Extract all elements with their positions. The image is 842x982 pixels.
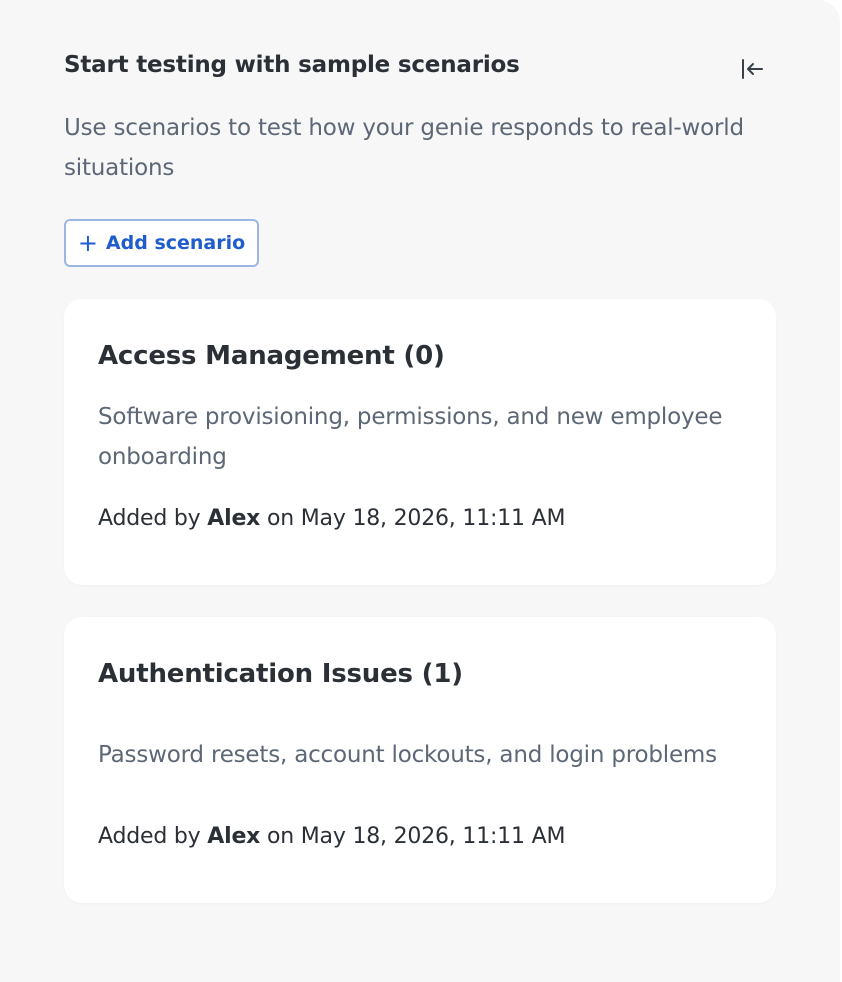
scenario-author: Alex (207, 824, 261, 849)
meta-date: on May 18, 2026, 11:11 AM (266, 506, 566, 531)
collapse-panel-button[interactable] (733, 55, 769, 87)
scenario-title: Access Management (0) (98, 341, 445, 371)
add-scenario-label: Add scenario (105, 232, 246, 254)
scenarios-panel: Start testing with sample scenarios Use … (0, 0, 840, 982)
panel-description: Use scenarios to test how your genie res… (64, 115, 744, 181)
scenario-description: Password resets, account lockouts, and l… (98, 742, 717, 768)
scenario-card-authentication-issues[interactable]: Authentication Issues (1) Password reset… (64, 617, 776, 903)
plus-icon: + (77, 229, 98, 257)
scenario-card-access-management[interactable]: Access Management (0) Software provision… (64, 299, 776, 585)
scenario-meta: Added by Alex on May 18, 2026, 11:11 AM (98, 824, 565, 849)
scenario-author: Alex (207, 506, 261, 531)
scenario-title: Authentication Issues (1) (98, 659, 463, 689)
meta-prefix: Added by (98, 506, 201, 531)
meta-date: on May 18, 2026, 11:11 AM (266, 824, 566, 849)
add-scenario-button[interactable]: + Add scenario (64, 219, 259, 267)
collapse-left-icon (737, 56, 765, 86)
scenario-meta: Added by Alex on May 18, 2026, 11:11 AM (98, 506, 565, 531)
meta-prefix: Added by (98, 824, 201, 849)
scenario-description: Software provisioning, permissions, and … (98, 404, 723, 470)
panel-title: Start testing with sample scenarios (64, 52, 520, 78)
